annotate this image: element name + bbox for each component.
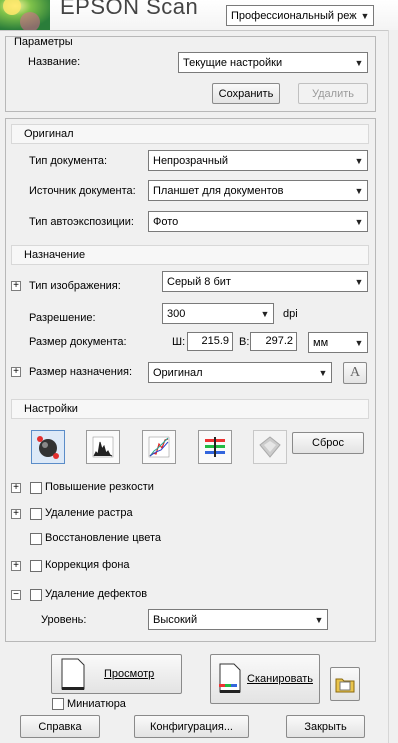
height-input[interactable]: 297.2 [250, 332, 297, 351]
doc-source-value: Планшет для документов [153, 184, 284, 197]
chevron-down-icon: ▼ [354, 216, 364, 227]
autoexposure-select[interactable]: Фото ▼ [148, 211, 368, 232]
original-section-title: Оригинал [11, 124, 369, 144]
doc-type-label: Тип документа: [29, 155, 108, 167]
chevron-down-icon: ▼ [354, 276, 364, 287]
name-label: Название: [28, 56, 81, 68]
destination-section-title: Назначение [11, 245, 369, 265]
color-palette-tool[interactable] [253, 430, 287, 464]
thumbnail-checkbox[interactable] [52, 698, 64, 710]
save-button[interactable]: Сохранить [212, 83, 280, 104]
text-enhance-button[interactable]: A [343, 362, 367, 384]
title-bar: EPSON Scan Профессиональный режим ▼ [0, 0, 398, 31]
target-size-value: Оригинал [153, 366, 203, 379]
folder-icon [335, 678, 355, 693]
collapse-dust-removal-icon[interactable]: − [11, 590, 21, 600]
delete-button[interactable]: Удалить [298, 83, 368, 104]
width-input[interactable]: 215.9 [187, 332, 233, 351]
color-palette-icon [259, 436, 281, 458]
params-group-label: Параметры [14, 36, 73, 48]
mode-select-value: Профессиональный режим [231, 9, 357, 22]
configuration-button[interactable]: Конфигурация... [134, 715, 249, 738]
preview-label: Просмотр [104, 668, 155, 680]
backlight-correction-label: Коррекция фона [45, 559, 130, 571]
descreening-label: Удаление растра [45, 507, 133, 519]
expand-backlight-icon[interactable]: + [11, 561, 21, 571]
settings-section-title: Настройки [11, 399, 369, 419]
epson-logo-image [0, 0, 50, 30]
dpi-label: dpi [283, 308, 298, 320]
expand-descreening-icon[interactable]: + [11, 509, 21, 519]
autoexposure-label: Тип автоэкспозиции: [29, 216, 134, 228]
font-a-icon: A [349, 365, 361, 380]
color-restoration-checkbox[interactable] [30, 533, 42, 545]
expand-image-type-icon[interactable]: + [11, 281, 21, 291]
color-restoration-label: Восстановление цвета [45, 532, 162, 544]
name-select-value: Текущие настройки [183, 56, 283, 69]
target-size-label: Размер назначения: [29, 366, 133, 378]
chevron-down-icon: ▼ [354, 337, 364, 348]
doc-source-label: Источник документа: [29, 185, 136, 197]
resolution-label: Разрешение: [29, 312, 96, 324]
dust-removal-label: Удаление дефектов [45, 588, 148, 600]
color-balance-icon [205, 437, 225, 457]
height-label: В: [239, 336, 250, 348]
level-select[interactable]: Высокий ▼ [148, 609, 328, 630]
width-label: Ш: [172, 336, 186, 348]
level-label: Уровень: [41, 614, 87, 626]
sharpening-label: Повышение резкости [45, 481, 154, 493]
image-type-select[interactable]: Серый 8 бит ▼ [162, 271, 368, 292]
doc-type-select[interactable]: Непрозрачный ▼ [148, 150, 368, 171]
chevron-down-icon: ▼ [360, 10, 370, 21]
app-title: EPSON Scan [60, 0, 199, 19]
chevron-down-icon: ▼ [354, 185, 364, 196]
file-save-settings-button[interactable] [330, 667, 360, 701]
expand-target-size-icon[interactable]: + [11, 367, 21, 377]
chevron-down-icon: ▼ [260, 308, 270, 319]
chevron-down-icon: ▼ [354, 57, 364, 68]
image-type-value: Серый 8 бит [167, 275, 231, 288]
expand-sharpening-icon[interactable]: + [11, 483, 21, 493]
mode-select[interactable]: Профессиональный режим ▼ [226, 5, 374, 26]
chevron-down-icon: ▼ [314, 614, 324, 625]
doc-size-label: Размер документа: [29, 336, 127, 348]
histogram-tool[interactable] [86, 430, 120, 464]
preview-button[interactable]: Просмотр [51, 654, 182, 694]
reset-button[interactable]: Сброс [292, 432, 364, 454]
tone-curve-icon [148, 436, 170, 458]
doc-type-value: Непрозрачный [153, 154, 229, 167]
thumbnail-label: Миниатюра [67, 698, 126, 710]
target-size-select[interactable]: Оригинал ▼ [148, 362, 332, 383]
sharpening-checkbox[interactable] [30, 482, 42, 494]
unit-select[interactable]: мм ▼ [308, 332, 368, 353]
name-select[interactable]: Текущие настройки ▼ [178, 52, 368, 73]
scan-button[interactable]: Сканировать [210, 654, 320, 704]
auto-exposure-icon [37, 436, 59, 459]
chevron-down-icon: ▼ [318, 367, 328, 378]
image-type-label: Тип изображения: [29, 280, 121, 292]
color-balance-tool[interactable] [198, 430, 232, 464]
unit-value: мм [313, 336, 329, 349]
close-button[interactable]: Закрыть [286, 715, 365, 738]
histogram-icon [92, 436, 114, 458]
window-edge [388, 30, 398, 743]
auto-exposure-tool[interactable] [31, 430, 65, 464]
preview-document-icon [61, 658, 85, 690]
doc-source-select[interactable]: Планшет для документов ▼ [148, 180, 368, 201]
scan-label: Сканировать [247, 673, 313, 685]
resolution-select[interactable]: 300 ▼ [162, 303, 274, 324]
descreening-checkbox[interactable] [30, 508, 42, 520]
dust-removal-checkbox[interactable] [30, 589, 42, 601]
tone-curve-tool[interactable] [142, 430, 176, 464]
help-button[interactable]: Справка [20, 715, 100, 738]
scan-document-icon [219, 663, 241, 693]
backlight-correction-checkbox[interactable] [30, 560, 42, 572]
chevron-down-icon: ▼ [354, 155, 364, 166]
autoexposure-value: Фото [153, 215, 179, 228]
level-value: Высокий [153, 613, 198, 626]
resolution-value: 300 [167, 307, 186, 320]
